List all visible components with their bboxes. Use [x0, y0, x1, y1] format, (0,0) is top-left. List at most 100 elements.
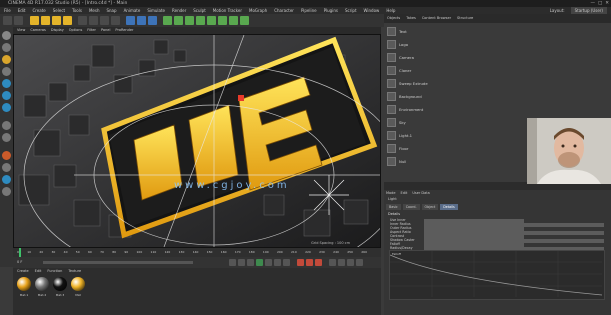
close-icon[interactable]: ✕ [605, 0, 609, 7]
make-editable-icon[interactable] [2, 31, 11, 40]
points-mode-icon[interactable] [2, 79, 11, 88]
menu-item[interactable]: Select [53, 7, 65, 14]
scale-icon[interactable] [52, 16, 61, 25]
play-icon[interactable] [256, 259, 263, 266]
rotation-key-icon[interactable] [347, 259, 354, 266]
position-key-icon[interactable] [329, 259, 336, 266]
menu-item[interactable]: Help [386, 7, 395, 14]
model-mode-icon[interactable] [2, 43, 11, 52]
lock-workplane-icon[interactable] [2, 163, 11, 172]
attribute-tab[interactable]: Object [421, 204, 439, 210]
cloner-icon[interactable] [196, 16, 205, 25]
coord-system-icon[interactable] [111, 16, 120, 25]
viewport[interactable]: www.cgjoy.com Grid Spacing : 100 cm [13, 34, 381, 248]
viewport-menu-item[interactable]: Panel [101, 27, 110, 34]
menu-item[interactable]: MoGraph [249, 7, 267, 14]
menu-item[interactable]: Tools [72, 7, 82, 14]
floor-icon[interactable] [218, 16, 227, 25]
render-settings-icon[interactable] [148, 16, 157, 25]
menu-item[interactable]: Mesh [89, 7, 100, 14]
material-swatch[interactable] [53, 277, 67, 291]
attribute-menu-item[interactable]: User Data [412, 191, 429, 195]
previous-frame-icon[interactable] [247, 259, 254, 266]
menu-item[interactable]: Plugins [324, 7, 338, 14]
material-swatch[interactable] [17, 277, 31, 291]
edges-mode-icon[interactable] [2, 91, 11, 100]
tweak-mode-icon[interactable] [2, 133, 11, 142]
scale-key-icon[interactable] [338, 259, 345, 266]
viewport-menu-item[interactable]: Filter [87, 27, 96, 34]
object-row[interactable]: Light.1 [384, 129, 526, 142]
render-view-icon[interactable] [126, 16, 135, 25]
menu-item[interactable]: Motion Tracker [213, 7, 242, 14]
object-manager-tab[interactable]: Content Browser [422, 14, 451, 23]
material-menu-item[interactable]: Function [47, 268, 62, 274]
texture-mode-icon[interactable] [2, 55, 11, 64]
menu-item[interactable]: File [4, 7, 11, 14]
grid-icon[interactable] [2, 187, 11, 196]
minimize-icon[interactable]: — [590, 0, 595, 7]
polygons-mode-icon[interactable] [2, 103, 11, 112]
object-manager-tab[interactable]: Takes [406, 14, 416, 23]
next-frame-icon[interactable] [265, 259, 272, 266]
keyframe-selection-icon[interactable] [315, 259, 322, 266]
object-row[interactable]: Text [384, 25, 526, 38]
workplane-icon[interactable] [2, 67, 11, 76]
menu-item[interactable]: Render [172, 7, 186, 14]
menu-item[interactable]: Animate [124, 7, 141, 14]
viewport-menu-item[interactable]: Display [51, 27, 64, 34]
menu-item[interactable]: Window [364, 7, 380, 14]
parameter-key-icon[interactable] [356, 259, 363, 266]
go-to-start-icon[interactable] [229, 259, 236, 266]
attribute-tab[interactable]: Basic [386, 204, 401, 210]
autokey-icon[interactable] [306, 259, 313, 266]
move-icon[interactable] [41, 16, 50, 25]
render-picture-viewer-icon[interactable] [137, 16, 146, 25]
menu-item[interactable]: Create [32, 7, 45, 14]
viewport-menu-item[interactable]: Cameras [30, 27, 46, 34]
menu-item[interactable]: Character [274, 7, 294, 14]
attribute-menu-item[interactable]: Mode [386, 191, 396, 195]
menu-item[interactable]: Snap [106, 7, 116, 14]
object-row[interactable]: Background [384, 90, 526, 103]
object-row[interactable]: Cloner [384, 64, 526, 77]
layout-dropdown[interactable]: Startup (User) [570, 7, 607, 14]
maximize-icon[interactable]: □ [598, 0, 602, 7]
subdivision-icon[interactable] [185, 16, 194, 25]
playhead[interactable] [19, 248, 21, 257]
object-row[interactable]: Sky [384, 116, 526, 129]
next-key-icon[interactable] [274, 259, 281, 266]
object-row[interactable]: Camera [384, 51, 526, 64]
object-row[interactable]: Logo [384, 38, 526, 51]
cube-icon[interactable] [163, 16, 172, 25]
menu-item[interactable]: Simulate [147, 7, 165, 14]
record-icon[interactable] [297, 259, 304, 266]
viewport-menu-item[interactable]: Options [69, 27, 83, 34]
attribute-tab[interactable]: Details [440, 204, 458, 210]
pen-icon[interactable] [174, 16, 183, 25]
range-slider[interactable] [43, 261, 193, 264]
material-menu-item[interactable]: Texture [68, 268, 81, 274]
menu-item[interactable]: Sculpt [193, 7, 206, 14]
viewport-menu-item[interactable]: ProRender [115, 27, 133, 34]
menu-item[interactable]: Edit [18, 7, 26, 14]
object-manager-tab[interactable]: Objects [387, 14, 400, 23]
go-to-end-icon[interactable] [283, 259, 290, 266]
material-menu-item[interactable]: Edit [35, 268, 42, 274]
y-axis-icon[interactable] [89, 16, 98, 25]
solo-icon[interactable] [2, 175, 11, 184]
z-axis-icon[interactable] [100, 16, 109, 25]
object-row[interactable]: Null [384, 155, 526, 168]
x-axis-icon[interactable] [78, 16, 87, 25]
object-row[interactable]: Floor [384, 142, 526, 155]
object-row[interactable]: Sweep Extrude [384, 77, 526, 90]
timeline[interactable]: 0 10 20 30 40 50 60 70 80 90 100 110 120 130 140 150 160… [13, 248, 381, 257]
menu-item[interactable]: Pipeline [301, 7, 317, 14]
deformer-icon[interactable] [207, 16, 216, 25]
material-swatch[interactable] [35, 277, 49, 291]
object-row[interactable]: Environment [384, 103, 526, 116]
material-menu-item[interactable]: Create [17, 268, 29, 274]
attribute-menu-item[interactable]: Edit [401, 191, 408, 195]
menu-item[interactable]: Script [345, 7, 357, 14]
material-swatch[interactable] [71, 277, 85, 291]
